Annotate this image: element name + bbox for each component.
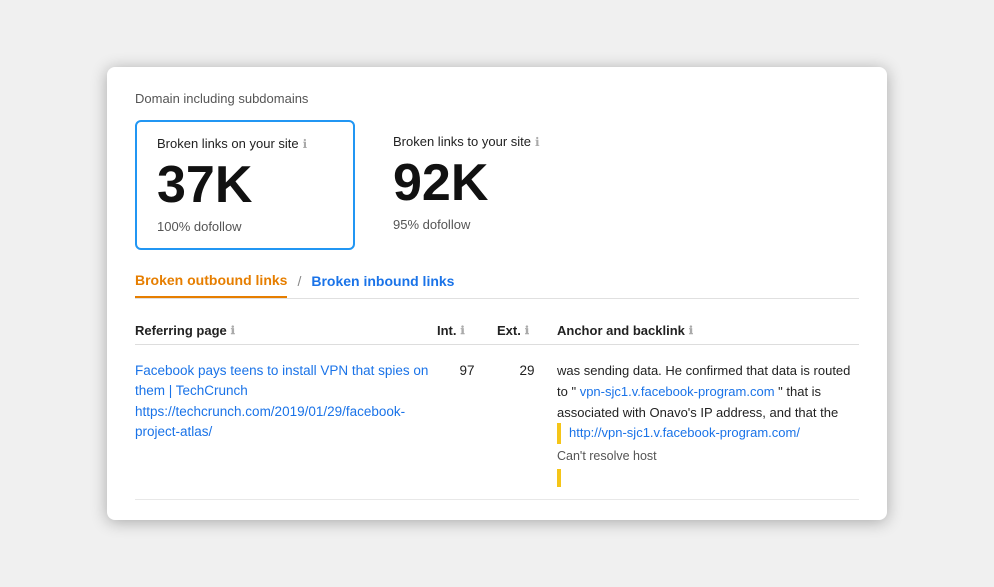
- th-anchor-info-icon[interactable]: ℹ: [689, 324, 693, 337]
- th-int: Int. ℹ: [437, 323, 497, 338]
- metric2-sub: 95% dofollow: [393, 217, 549, 232]
- metrics-row: Broken links on your site ℹ 37K 100% dof…: [135, 120, 859, 250]
- anchor-url-link[interactable]: http://vpn-sjc1.v.facebook-program.com/: [569, 425, 800, 440]
- metric2-info-icon[interactable]: ℹ: [535, 135, 540, 149]
- tab-outbound[interactable]: Broken outbound links: [135, 272, 287, 298]
- metric1-title: Broken links on your site ℹ: [157, 136, 329, 151]
- cell-int: 97: [437, 361, 497, 378]
- cell-anchor: was sending data. He confirmed that data…: [557, 361, 859, 487]
- th-anchor: Anchor and backlink ℹ: [557, 323, 859, 338]
- metric2-title: Broken links to your site ℹ: [393, 134, 549, 149]
- metric1-value: 37K: [157, 159, 329, 211]
- th-referring-info-icon[interactable]: ℹ: [231, 324, 235, 337]
- tabs-row: Broken outbound links / Broken inbound l…: [135, 272, 859, 299]
- th-int-info-icon[interactable]: ℹ: [461, 324, 465, 337]
- table-row: Facebook pays teens to install VPN that …: [135, 345, 859, 500]
- metric2-value: 92K: [393, 157, 549, 209]
- metric-box-inbound: Broken links to your site ℹ 92K 95% dofo…: [373, 120, 573, 250]
- th-referring-page: Referring page ℹ: [135, 323, 437, 338]
- tab-inbound[interactable]: Broken inbound links: [311, 273, 454, 297]
- anchor-link-program[interactable]: vpn-sjc1.v.facebook-program.com: [580, 384, 775, 399]
- yellow-bar-icon: [557, 469, 561, 487]
- metric1-info-icon[interactable]: ℹ: [303, 137, 308, 151]
- cell-referring-page: Facebook pays teens to install VPN that …: [135, 361, 437, 442]
- th-ext: Ext. ℹ: [497, 323, 557, 338]
- domain-label: Domain including subdomains: [135, 91, 859, 106]
- anchor-url-container: http://vpn-sjc1.v.facebook-program.com/: [557, 423, 859, 444]
- main-window: Domain including subdomains Broken links…: [107, 67, 887, 520]
- tab-divider: /: [297, 273, 301, 297]
- th-ext-info-icon[interactable]: ℹ: [525, 324, 529, 337]
- referring-page-url[interactable]: https://techcrunch.com/2019/01/29/facebo…: [135, 404, 405, 439]
- cant-resolve-text: Can't resolve host: [557, 446, 859, 466]
- metric-box-outbound: Broken links on your site ℹ 37K 100% dof…: [135, 120, 355, 250]
- cell-ext: 29: [497, 361, 557, 378]
- referring-page-link[interactable]: Facebook pays teens to install VPN that …: [135, 363, 428, 398]
- metric1-sub: 100% dofollow: [157, 219, 329, 234]
- table-header: Referring page ℹ Int. ℹ Ext. ℹ Anchor an…: [135, 317, 859, 345]
